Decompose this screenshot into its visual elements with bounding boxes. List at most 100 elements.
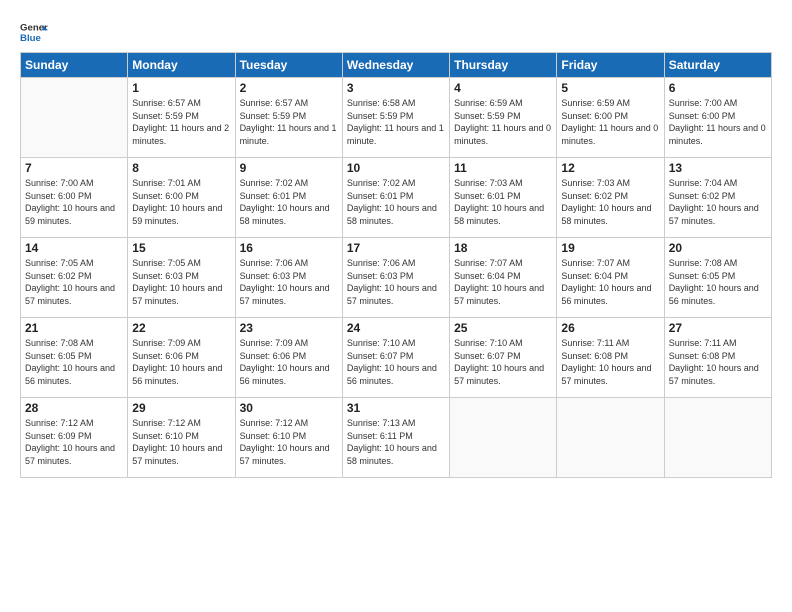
calendar-cell: [21, 78, 128, 158]
day-number: 3: [347, 81, 445, 95]
day-number: 22: [132, 321, 230, 335]
day-number: 19: [561, 241, 659, 255]
day-number: 27: [669, 321, 767, 335]
cell-details: Sunrise: 7:01 AMSunset: 6:00 PMDaylight:…: [132, 177, 230, 227]
calendar-cell: [664, 398, 771, 478]
calendar-table: SundayMondayTuesdayWednesdayThursdayFrid…: [20, 52, 772, 478]
page: General Blue SundayMondayTuesdayWednesda…: [0, 0, 792, 612]
calendar-week-1: 1 Sunrise: 6:57 AMSunset: 5:59 PMDaylight…: [21, 78, 772, 158]
cell-details: Sunrise: 7:09 AMSunset: 6:06 PMDaylight:…: [132, 337, 230, 387]
day-header-friday: Friday: [557, 53, 664, 78]
calendar-cell: 10Sunrise: 7:02 AMSunset: 6:01 PMDayligh…: [342, 158, 449, 238]
header: General Blue: [20, 18, 772, 46]
day-header-saturday: Saturday: [664, 53, 771, 78]
calendar-cell: 16 Sunrise: 7:06 AMSunset: 6:03 PMDayligh…: [235, 238, 342, 318]
calendar-week-4: 21 Sunrise: 7:08 AMSunset: 6:05 PMDayligh…: [21, 318, 772, 398]
cell-details: Sunrise: 7:12 AMSunset: 6:09 PMDaylight:…: [25, 417, 123, 467]
day-number: 15: [132, 241, 230, 255]
day-number: 24: [347, 321, 445, 335]
day-number: 30: [240, 401, 338, 415]
calendar-cell: 11Sunrise: 7:03 AMSunset: 6:01 PMDayligh…: [450, 158, 557, 238]
calendar-week-5: 28 Sunrise: 7:12 AMSunset: 6:09 PMDayligh…: [21, 398, 772, 478]
day-number: 20: [669, 241, 767, 255]
cell-details: Sunrise: 7:00 AMSunset: 6:00 PMDaylight:…: [25, 177, 123, 227]
day-header-thursday: Thursday: [450, 53, 557, 78]
calendar-week-3: 14Sunrise: 7:05 AMSunset: 6:02 PMDayligh…: [21, 238, 772, 318]
calendar-cell: 18 Sunrise: 7:07 AMSunset: 6:04 PMDayligh…: [450, 238, 557, 318]
logo-icon: General Blue: [20, 18, 48, 46]
cell-details: Sunrise: 7:06 AMSunset: 6:03 PMDaylight:…: [240, 257, 338, 307]
calendar-cell: 20 Sunrise: 7:08 AMSunset: 6:05 PMDayligh…: [664, 238, 771, 318]
day-number: 2: [240, 81, 338, 95]
calendar-cell: 31Sunrise: 7:13 AMSunset: 6:11 PMDayligh…: [342, 398, 449, 478]
day-number: 28: [25, 401, 123, 415]
day-number: 14: [25, 241, 123, 255]
day-number: 29: [132, 401, 230, 415]
calendar-cell: 25 Sunrise: 7:10 AMSunset: 6:07 PMDayligh…: [450, 318, 557, 398]
calendar-cell: 8Sunrise: 7:01 AMSunset: 6:00 PMDaylight…: [128, 158, 235, 238]
calendar-cell: 12 Sunrise: 7:03 AMSunset: 6:02 PMDayligh…: [557, 158, 664, 238]
calendar-cell: 29 Sunrise: 7:12 AMSunset: 6:10 PMDayligh…: [128, 398, 235, 478]
day-number: 13: [669, 161, 767, 175]
day-number: 7: [25, 161, 123, 175]
cell-details: Sunrise: 7:11 AMSunset: 6:08 PMDaylight:…: [561, 337, 659, 387]
day-number: 18: [454, 241, 552, 255]
cell-details: Sunrise: 7:10 AMSunset: 6:07 PMDaylight:…: [347, 337, 445, 387]
cell-details: Sunrise: 6:59 AMSunset: 6:00 PMDaylight:…: [561, 97, 659, 147]
calendar-cell: 5 Sunrise: 6:59 AMSunset: 6:00 PMDaylight…: [557, 78, 664, 158]
calendar-cell: 26 Sunrise: 7:11 AMSunset: 6:08 PMDayligh…: [557, 318, 664, 398]
cell-details: Sunrise: 7:11 AMSunset: 6:08 PMDaylight:…: [669, 337, 767, 387]
day-number: 5: [561, 81, 659, 95]
calendar-cell: 14Sunrise: 7:05 AMSunset: 6:02 PMDayligh…: [21, 238, 128, 318]
cell-details: Sunrise: 7:10 AMSunset: 6:07 PMDaylight:…: [454, 337, 552, 387]
cell-details: Sunrise: 6:59 AMSunset: 5:59 PMDaylight:…: [454, 97, 552, 147]
calendar-cell: 24 Sunrise: 7:10 AMSunset: 6:07 PMDayligh…: [342, 318, 449, 398]
cell-details: Sunrise: 6:58 AMSunset: 5:59 PMDaylight:…: [347, 97, 445, 147]
calendar-cell: 19 Sunrise: 7:07 AMSunset: 6:04 PMDayligh…: [557, 238, 664, 318]
cell-details: Sunrise: 7:13 AMSunset: 6:11 PMDaylight:…: [347, 417, 445, 467]
calendar-cell: 15 Sunrise: 7:05 AMSunset: 6:03 PMDayligh…: [128, 238, 235, 318]
day-number: 6: [669, 81, 767, 95]
svg-text:Blue: Blue: [20, 33, 41, 44]
cell-details: Sunrise: 7:02 AMSunset: 6:01 PMDaylight:…: [240, 177, 338, 227]
day-number: 1: [132, 81, 230, 95]
calendar-cell: 6Sunrise: 7:00 AMSunset: 6:00 PMDaylight…: [664, 78, 771, 158]
day-header-tuesday: Tuesday: [235, 53, 342, 78]
day-number: 12: [561, 161, 659, 175]
cell-details: Sunrise: 7:12 AMSunset: 6:10 PMDaylight:…: [240, 417, 338, 467]
cell-details: Sunrise: 6:57 AMSunset: 5:59 PMDaylight:…: [132, 97, 230, 147]
cell-details: Sunrise: 7:09 AMSunset: 6:06 PMDaylight:…: [240, 337, 338, 387]
cell-details: Sunrise: 7:05 AMSunset: 6:03 PMDaylight:…: [132, 257, 230, 307]
day-number: 23: [240, 321, 338, 335]
calendar-cell: 4 Sunrise: 6:59 AMSunset: 5:59 PMDaylight…: [450, 78, 557, 158]
cell-details: Sunrise: 7:12 AMSunset: 6:10 PMDaylight:…: [132, 417, 230, 467]
calendar-cell: 28 Sunrise: 7:12 AMSunset: 6:09 PMDayligh…: [21, 398, 128, 478]
calendar-cell: 22 Sunrise: 7:09 AMSunset: 6:06 PMDayligh…: [128, 318, 235, 398]
day-number: 26: [561, 321, 659, 335]
calendar-cell: 21 Sunrise: 7:08 AMSunset: 6:05 PMDayligh…: [21, 318, 128, 398]
calendar-cell: [557, 398, 664, 478]
calendar-week-2: 7 Sunrise: 7:00 AMSunset: 6:00 PMDaylight…: [21, 158, 772, 238]
day-header-monday: Monday: [128, 53, 235, 78]
day-number: 9: [240, 161, 338, 175]
calendar-cell: 27 Sunrise: 7:11 AMSunset: 6:08 PMDayligh…: [664, 318, 771, 398]
calendar-cell: 23 Sunrise: 7:09 AMSunset: 6:06 PMDayligh…: [235, 318, 342, 398]
day-number: 16: [240, 241, 338, 255]
day-header-wednesday: Wednesday: [342, 53, 449, 78]
calendar-cell: 17Sunrise: 7:06 AMSunset: 6:03 PMDayligh…: [342, 238, 449, 318]
cell-details: Sunrise: 7:07 AMSunset: 6:04 PMDaylight:…: [454, 257, 552, 307]
calendar-cell: 13Sunrise: 7:04 AMSunset: 6:02 PMDayligh…: [664, 158, 771, 238]
cell-details: Sunrise: 7:08 AMSunset: 6:05 PMDaylight:…: [25, 337, 123, 387]
cell-details: Sunrise: 7:02 AMSunset: 6:01 PMDaylight:…: [347, 177, 445, 227]
day-number: 21: [25, 321, 123, 335]
day-number: 25: [454, 321, 552, 335]
cell-details: Sunrise: 7:08 AMSunset: 6:05 PMDaylight:…: [669, 257, 767, 307]
day-number: 17: [347, 241, 445, 255]
calendar-header-row: SundayMondayTuesdayWednesdayThursdayFrid…: [21, 53, 772, 78]
day-number: 4: [454, 81, 552, 95]
logo: General Blue: [20, 18, 48, 46]
calendar-cell: 3 Sunrise: 6:58 AMSunset: 5:59 PMDaylight…: [342, 78, 449, 158]
cell-details: Sunrise: 7:03 AMSunset: 6:02 PMDaylight:…: [561, 177, 659, 227]
cell-details: Sunrise: 7:07 AMSunset: 6:04 PMDaylight:…: [561, 257, 659, 307]
day-number: 11: [454, 161, 552, 175]
